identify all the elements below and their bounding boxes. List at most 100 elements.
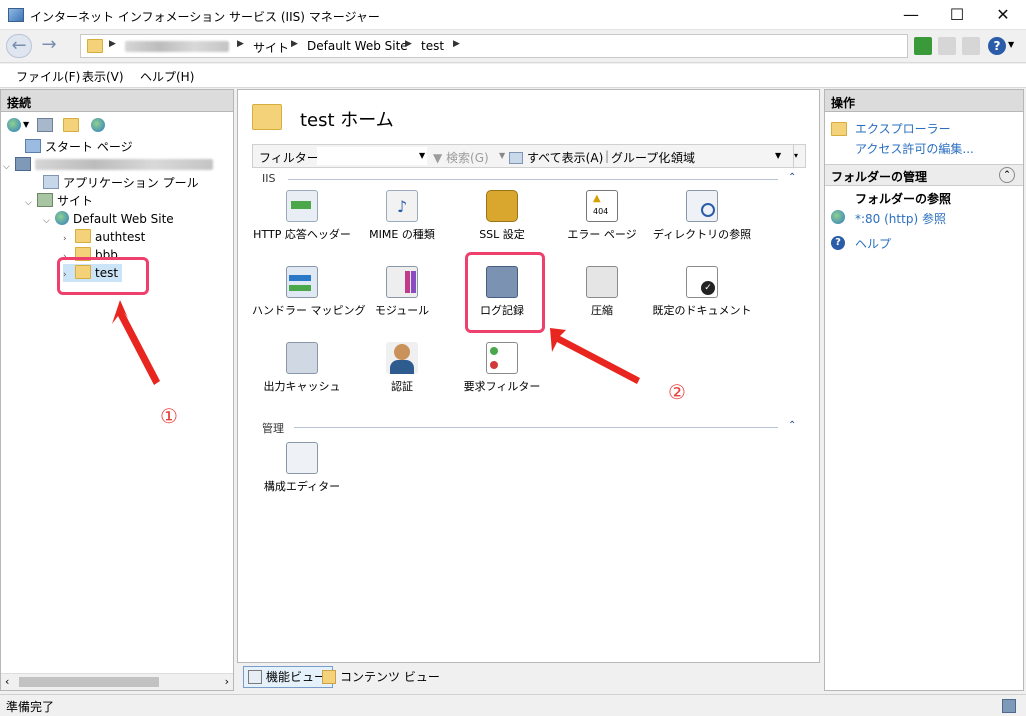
back-button[interactable]: ←: [6, 34, 32, 58]
collapse-section-icon[interactable]: ⌃: [999, 167, 1015, 183]
refresh-icon[interactable]: [914, 37, 932, 55]
tree-label: Default Web Site: [73, 212, 174, 226]
feature-mime-types[interactable]: ♪ MIME の種類: [352, 190, 452, 260]
minimize-button[interactable]: —: [888, 0, 934, 30]
sites-icon: [37, 193, 53, 207]
feature-label: 既定のドキュメント: [652, 304, 752, 317]
error-pages-icon: ▲ 404: [586, 190, 618, 222]
window-title: インターネット インフォメーション サービス (IIS) マネージャー: [30, 10, 380, 24]
feature-http-response-headers[interactable]: HTTP 応答ヘッダー: [252, 190, 352, 260]
filter-scroll-icon[interactable]: ▾: [793, 145, 805, 167]
tree-node-authtest[interactable]: › authtest: [63, 228, 145, 246]
scroll-left-icon[interactable]: ‹: [5, 675, 9, 688]
breadcrumb-default-web-site[interactable]: Default Web Site: [307, 39, 408, 53]
tree-label: サイト: [57, 194, 94, 208]
close-button[interactable]: ✕: [980, 0, 1026, 30]
feature-handler-mappings[interactable]: ハンドラー マッピング: [252, 266, 366, 336]
feature-label: 出力キャッシュ: [263, 380, 341, 393]
feature-label: MIME の種類: [369, 228, 435, 241]
annotation-number-2: ②: [668, 380, 686, 404]
help-dropdown-icon[interactable]: ▼: [1008, 40, 1014, 49]
tree-node-default-web-site[interactable]: ⌵ Default Web Site: [43, 210, 174, 228]
scroll-thumb[interactable]: [19, 677, 159, 687]
back-arrow-icon: ←: [11, 35, 27, 56]
horizontal-scrollbar[interactable]: ‹ ›: [1, 673, 233, 690]
tree-node-app-pools[interactable]: アプリケーション プール: [31, 174, 199, 192]
tree-node-sites[interactable]: ⌵ サイト: [25, 192, 93, 210]
collapse-chevron-icon[interactable]: ⌵: [3, 158, 15, 176]
search-button[interactable]: ▼ 検索(G): [433, 149, 489, 166]
maximize-button[interactable]: ☐: [934, 0, 980, 30]
feature-output-caching[interactable]: 出力キャッシュ: [252, 342, 352, 412]
feature-configuration-editor[interactable]: 構成エディター: [252, 442, 352, 512]
show-all-button[interactable]: すべて表示(A): [509, 149, 603, 166]
scroll-right-icon[interactable]: ›: [225, 675, 229, 688]
connect-dropdown-icon[interactable]: ▼: [23, 120, 29, 129]
highlight-test-node: [57, 257, 149, 295]
configuration-editor-icon: [286, 442, 318, 474]
breadcrumb-chevron-icon: ▶: [237, 39, 244, 49]
filter-dropdown-icon[interactable]: ▼: [419, 151, 425, 160]
feature-error-pages[interactable]: ▲ 404 エラー ページ: [552, 190, 652, 260]
menu-help[interactable]: ヘルプ(H): [140, 68, 194, 85]
feature-label: 認証: [391, 380, 413, 393]
status-text: 準備完了: [6, 700, 55, 714]
menu-file[interactable]: ファイル(F): [16, 68, 80, 85]
tab-content-view[interactable]: コンテンツ ビュー: [317, 666, 447, 688]
redacted-server-name: [125, 41, 229, 52]
group-by-dropdown-icon[interactable]: ▼: [775, 151, 781, 160]
funnel-icon: ▼: [433, 151, 447, 165]
collapse-group-icon[interactable]: ⌃: [788, 420, 796, 431]
home-icon[interactable]: [962, 37, 980, 55]
search-dropdown-icon[interactable]: ▼: [499, 151, 505, 160]
compression-icon: [586, 266, 618, 298]
feature-label: SSL 設定: [479, 228, 525, 241]
feature-label: エラー ページ: [567, 228, 637, 241]
menu-bar: ファイル(F) 表示(V) ヘルプ(H): [0, 64, 1026, 88]
group-divider: [294, 427, 778, 428]
modules-icon: [386, 266, 418, 298]
breadcrumb-test[interactable]: test: [421, 39, 444, 53]
ssl-lock-icon: [486, 190, 518, 222]
feature-request-filtering[interactable]: 要求フィルター: [452, 342, 552, 412]
stop-icon[interactable]: [938, 37, 956, 55]
tree-label: スタート ページ: [45, 140, 133, 154]
http-headers-icon: [286, 190, 318, 222]
forward-button[interactable]: →: [36, 34, 62, 58]
address-breadcrumb[interactable]: ▶ ▶ サイト ▶ Default Web Site ▶ test ▶: [80, 34, 908, 58]
collapse-group-icon[interactable]: ⌃: [788, 172, 796, 183]
edit-permissions-link[interactable]: アクセス許可の編集...: [855, 140, 974, 157]
connect-globe-icon[interactable]: [7, 118, 21, 132]
breadcrumb-sites[interactable]: サイト: [253, 39, 289, 56]
feature-default-document[interactable]: ✓ 既定のドキュメント: [652, 266, 752, 336]
breadcrumb-chevron-icon: ▶: [405, 39, 412, 49]
browse-port-80-link[interactable]: *:80 (http) 参照: [855, 210, 946, 227]
help-icon[interactable]: ?: [988, 37, 1006, 55]
collapse-chevron-icon[interactable]: ⌵: [25, 194, 37, 212]
start-page-icon: [25, 139, 41, 153]
browse-folder-heading: フォルダーの参照: [855, 192, 952, 206]
browse-globe-icon: [831, 210, 845, 224]
group-by-select[interactable]: 領域: [671, 149, 695, 166]
menu-view[interactable]: 表示(V): [82, 68, 124, 85]
group-divider: [288, 179, 778, 180]
tree-node-server[interactable]: ⌵: [3, 156, 213, 174]
tree-node-start-page[interactable]: スタート ページ: [13, 138, 133, 156]
authentication-icon: [386, 342, 418, 374]
handler-mappings-icon: [286, 266, 318, 298]
feature-ssl-settings[interactable]: SSL 設定: [452, 190, 552, 260]
delete-connection-icon[interactable]: [91, 118, 105, 132]
feature-compression[interactable]: 圧縮: [552, 266, 652, 336]
save-icon[interactable]: [37, 118, 53, 132]
feature-modules[interactable]: モジュール: [352, 266, 452, 336]
help-link[interactable]: ヘルプ: [855, 235, 891, 252]
group-iis-label: IIS: [262, 172, 276, 185]
explore-link[interactable]: エクスプローラー: [855, 120, 951, 137]
feature-directory-browsing[interactable]: ディレクトリの参照: [652, 190, 752, 260]
filter-input[interactable]: [317, 147, 427, 165]
app-pools-icon: [43, 175, 59, 189]
feature-authentication[interactable]: 認証: [352, 342, 452, 412]
folder-icon: [75, 229, 91, 243]
up-folder-icon[interactable]: [63, 118, 79, 132]
collapse-chevron-icon[interactable]: ⌵: [43, 212, 55, 230]
